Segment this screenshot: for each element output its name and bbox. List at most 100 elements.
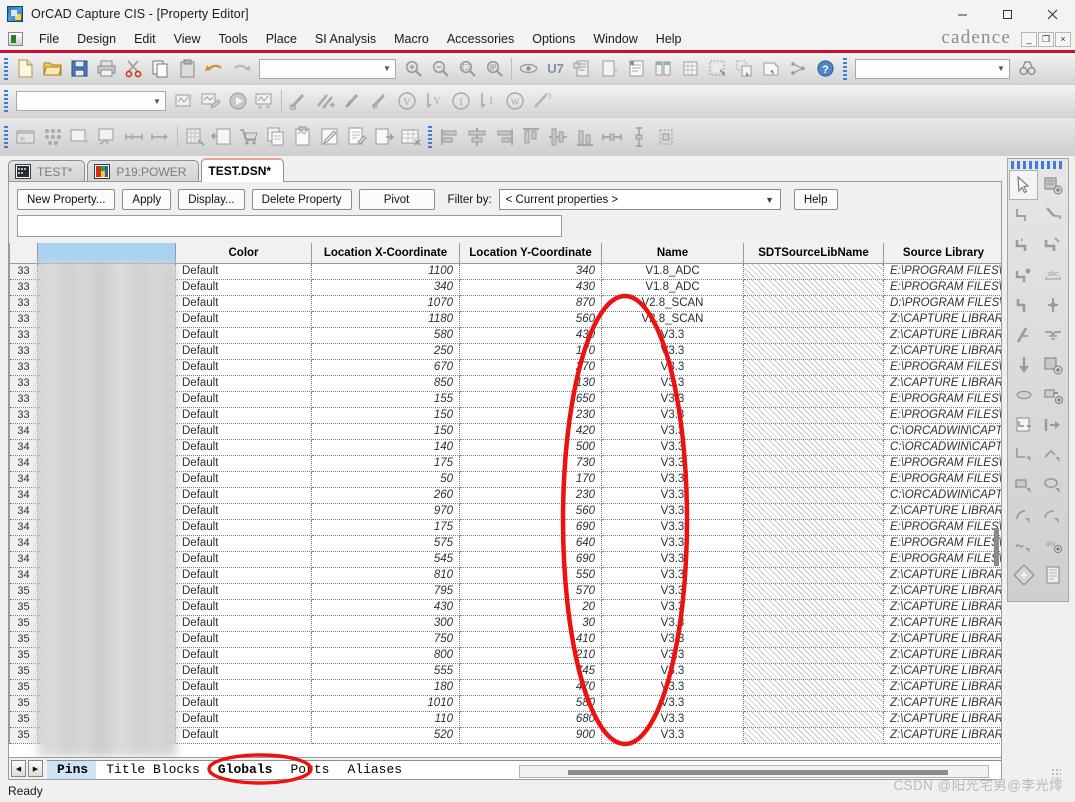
location-y-cell[interactable]: 170	[459, 471, 602, 488]
sheet-tab-pins[interactable]: Pins	[47, 759, 97, 779]
backannotate-icon[interactable]	[596, 56, 623, 82]
location-y-cell[interactable]: 340	[459, 263, 602, 280]
table-row[interactable]: 35 Default750410V3.3 Z:\CAPTURE LIBRARY\	[9, 631, 1001, 648]
table-row[interactable]: 33 Default 340 430 V1.8_ADC E:\PROGRAM FILES\…	[9, 279, 1001, 296]
row-number-cell[interactable]: 33	[9, 279, 38, 296]
marker-extra-icon[interactable]	[528, 88, 555, 114]
redacted-cell[interactable]	[37, 375, 176, 392]
source-library-cell[interactable]: C:\ORCADWIN\CAPTU	[883, 439, 1001, 456]
color-cell[interactable]: Default	[175, 695, 312, 712]
location-y-cell[interactable]: 745	[459, 663, 602, 680]
source-library-cell[interactable]: D:\PROGRAM FILES\O	[883, 295, 1001, 312]
align-right-icon[interactable]	[490, 124, 517, 150]
location-x-cell[interactable]: 580	[311, 327, 460, 344]
row-number-cell[interactable]: 35	[9, 599, 38, 616]
location-x-cell[interactable]: 1180	[311, 311, 460, 328]
location-x-cell[interactable]: 175	[311, 519, 460, 536]
table-row[interactable]: 34 Default 575 640 V3.3 E:\PROGRAM FILES\O	[9, 535, 1001, 552]
location-x-cell[interactable]: 795	[311, 583, 460, 600]
table-row[interactable]: 34 Default970560V3.3 Z:\CAPTURE LIBRARY\	[9, 503, 1001, 520]
cut-scissors-icon[interactable]	[120, 56, 147, 82]
power-level-icon[interactable]: W	[501, 88, 528, 114]
redacted-cell[interactable]	[37, 455, 176, 472]
location-x-cell[interactable]: 340	[311, 279, 460, 296]
sheet-tab-globals[interactable]: Globals	[207, 759, 281, 779]
color-cell[interactable]: Default	[175, 583, 312, 600]
location-y-cell[interactable]: 420	[459, 423, 602, 440]
place-bus-icon[interactable]	[1009, 230, 1038, 260]
redacted-cell[interactable]	[37, 535, 176, 552]
align-center-icon[interactable]	[463, 124, 490, 150]
source-library-cell[interactable]: Z:\CAPTURE LIBRARY\	[883, 631, 1001, 648]
place-text-icon[interactable]: abc	[1038, 260, 1067, 290]
name-cell[interactable]: V3.3	[601, 439, 744, 456]
property-value-input[interactable]	[17, 215, 562, 237]
row-number-cell[interactable]: 33	[9, 295, 38, 312]
row-number-cell[interactable]: 33	[9, 327, 38, 344]
col-header-location-x[interactable]: Location X-Coordinate	[311, 243, 460, 264]
name-cell[interactable]: V3.3	[601, 471, 744, 488]
col-header-source-library[interactable]: Source Library	[883, 243, 1001, 264]
align-bottom-icon[interactable]	[571, 124, 598, 150]
col-header-sdtsourcelibname[interactable]: SDTSourceLibName	[743, 243, 884, 264]
mdi-close-button[interactable]: ×	[1055, 31, 1071, 47]
table-row[interactable]: 34 Default 50 170 V3.3 E:\PROGRAM FILES\O	[9, 471, 1001, 488]
location-x-cell[interactable]: 150	[311, 407, 460, 424]
source-library-cell[interactable]: Z:\CAPTURE LIBRARY\	[883, 647, 1001, 664]
menu-design[interactable]: Design	[68, 28, 125, 51]
edit-sim-profile-icon[interactable]	[197, 88, 224, 114]
import-props-icon[interactable]	[758, 56, 785, 82]
doc-tab-test-dsn[interactable]: TEST.DSN*	[201, 158, 285, 182]
row-number-cell[interactable]: 34	[9, 567, 38, 584]
row-number-cell[interactable]: 34	[9, 535, 38, 552]
location-x-cell[interactable]: 810	[311, 567, 460, 584]
name-cell[interactable]: V3.3	[601, 663, 744, 680]
sheet-tab-aliases[interactable]: Aliases	[337, 759, 411, 779]
name-cell[interactable]: V3.3	[601, 455, 744, 472]
name-cell[interactable]: V3.3	[601, 711, 744, 728]
table-row[interactable]: 34 Default810550V3.3 Z:\CAPTURE LIBRARY\	[9, 567, 1001, 584]
color-cell[interactable]: Default	[175, 263, 312, 280]
name-cell[interactable]: V3.3	[601, 359, 744, 376]
color-cell[interactable]: Default	[175, 711, 312, 728]
help-icon[interactable]: ?	[812, 56, 839, 82]
redacted-cell[interactable]	[37, 711, 176, 728]
col-header-rownum[interactable]	[9, 243, 38, 264]
name-cell[interactable]: V1.8_ADC	[601, 279, 744, 296]
doc-tab-p19-power[interactable]: P19:POWER	[87, 160, 200, 182]
new-property-button[interactable]: New Property...	[17, 189, 116, 210]
sync-icon[interactable]	[147, 124, 174, 150]
spreadsheet-icon[interactable]	[397, 124, 424, 150]
location-y-cell[interactable]: 410	[459, 631, 602, 648]
redacted-cell[interactable]	[37, 327, 176, 344]
table-row[interactable]: 33 Default 150 230 V3.3 E:\PROGRAM FILES\O	[9, 407, 1001, 424]
name-cell[interactable]: V3.3	[601, 599, 744, 616]
mdi-minimize-button[interactable]: _	[1021, 31, 1037, 47]
horizontal-scrollbar-thumb[interactable]	[568, 770, 948, 775]
open-folder-icon[interactable]	[39, 56, 66, 82]
color-cell[interactable]: Default	[175, 359, 312, 376]
source-library-cell[interactable]: Z:\CAPTURE LIBRARY\	[883, 311, 1001, 328]
filter-by-combo[interactable]: < Current properties > ▼	[498, 189, 781, 210]
row-number-cell[interactable]: 33	[9, 311, 38, 328]
apply-button[interactable]: Apply	[122, 189, 172, 210]
table-row[interactable]: 35 Default800210V3.3 Z:\CAPTURE LIBRARY\	[9, 647, 1001, 664]
redacted-cell[interactable]	[37, 423, 176, 440]
pivot-button[interactable]: Pivot	[358, 189, 435, 210]
name-cell[interactable]: V3.3	[601, 391, 744, 408]
source-library-cell[interactable]: Z:\CAPTURE LIBRARY\	[883, 567, 1001, 584]
location-y-cell[interactable]: 690	[459, 519, 602, 536]
redacted-cell[interactable]	[37, 663, 176, 680]
source-library-cell[interactable]: E:\PROGRAM FILES\O	[883, 551, 1001, 568]
location-x-cell[interactable]: 520	[311, 727, 460, 744]
redacted-cell[interactable]	[37, 503, 176, 520]
snap-to-grid-icon[interactable]	[181, 124, 208, 150]
align-left-icon[interactable]	[436, 124, 463, 150]
name-cell[interactable]: V3.3	[601, 727, 744, 744]
location-y-cell[interactable]: 430	[459, 279, 602, 296]
table-row[interactable]: 33 Default 1070 870 V2.8_SCAN D:\PROGRAM FILE…	[9, 295, 1001, 312]
row-number-cell[interactable]: 34	[9, 439, 38, 456]
toolbar-grip-5[interactable]	[428, 125, 432, 148]
location-x-cell[interactable]: 750	[311, 631, 460, 648]
color-cell[interactable]: Default	[175, 535, 312, 552]
